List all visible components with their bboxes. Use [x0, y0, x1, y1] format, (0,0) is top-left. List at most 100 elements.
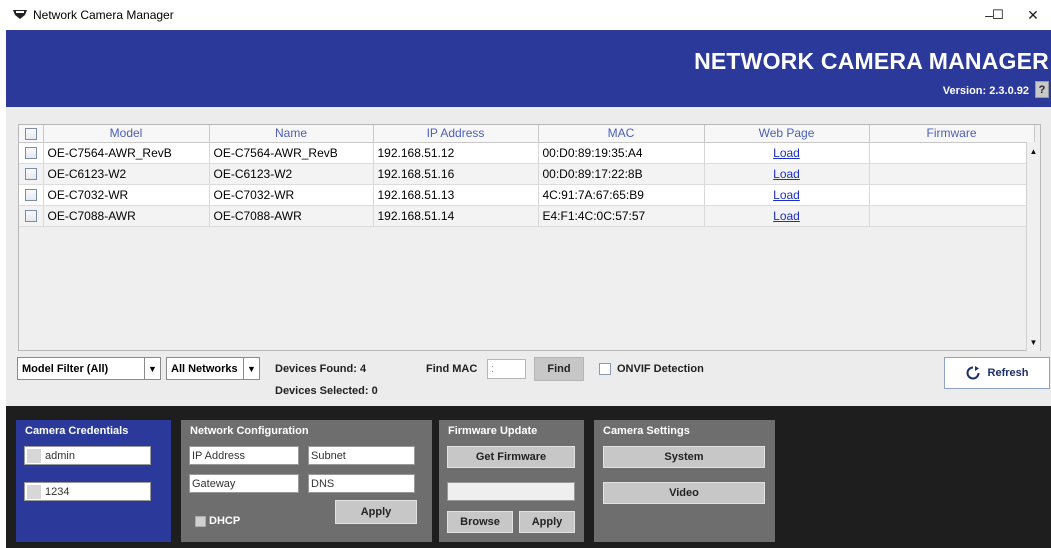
- name-cell: OE-C7564-AWR_RevB: [209, 142, 374, 164]
- dhcp-label: DHCP: [209, 515, 241, 527]
- row-select-cell[interactable]: [19, 163, 44, 185]
- ip-cell: 192.168.51.16: [373, 163, 539, 185]
- network-apply-button[interactable]: Apply: [335, 500, 417, 524]
- find-mac-label: Find MAC: [426, 363, 478, 375]
- table-scrollbar[interactable]: ▲ ▼: [1026, 142, 1040, 351]
- header-banner: NETWORK CAMERA MANAGER Version: 2.3.0.92…: [6, 30, 1051, 107]
- password-field[interactable]: 1234: [24, 482, 151, 501]
- ip-cell: 192.168.51.14: [373, 205, 539, 227]
- scroll-down-icon[interactable]: ▼: [1027, 335, 1040, 349]
- web-page-cell: Load: [704, 142, 870, 164]
- firmware-cell: [869, 205, 1035, 227]
- gateway-field[interactable]: Gateway: [189, 474, 299, 493]
- name-cell: OE-C6123-W2: [209, 163, 374, 185]
- video-button[interactable]: Video: [603, 482, 765, 504]
- camera-settings-panel: Camera Settings System Video: [594, 420, 775, 542]
- load-link[interactable]: Load: [773, 188, 800, 202]
- column-header-web-page[interactable]: Web Page: [704, 125, 870, 143]
- model-cell: OE-C7564-AWR_RevB: [43, 142, 210, 164]
- window-title: Network Camera Manager: [33, 8, 174, 22]
- camera-credentials-title: Camera Credentials: [25, 425, 129, 437]
- get-firmware-button[interactable]: Get Firmware: [447, 446, 575, 468]
- chevron-down-icon[interactable]: ▼: [144, 358, 160, 379]
- dns-field[interactable]: DNS: [308, 474, 415, 493]
- window-titlebar: Network Camera Manager – ✕: [0, 0, 1051, 30]
- row-checkbox[interactable]: [24, 147, 37, 160]
- select-all-checkbox[interactable]: [24, 128, 37, 141]
- model-filter-select[interactable]: Model Filter (All) ▼: [17, 357, 161, 380]
- chevron-down-icon[interactable]: ▼: [243, 358, 259, 379]
- row-checkbox[interactable]: [24, 210, 37, 223]
- load-link[interactable]: Load: [773, 146, 800, 160]
- column-header-ip-address[interactable]: IP Address: [373, 125, 539, 143]
- camera-app-icon: [13, 10, 27, 19]
- devices-selected-label: Devices Selected: 0: [275, 385, 378, 397]
- onvif-checkbox[interactable]: [599, 363, 611, 375]
- ip-address-field[interactable]: IP Address: [189, 446, 299, 465]
- help-button[interactable]: ?: [1035, 81, 1049, 98]
- web-page-cell: Load: [704, 163, 870, 185]
- web-page-cell: Load: [704, 205, 870, 227]
- table-row[interactable]: OE-C7032-WR OE-C7032-WR 192.168.51.13 4C…: [19, 184, 1035, 206]
- column-header-model[interactable]: Model: [43, 125, 210, 143]
- select-all-header[interactable]: [19, 125, 44, 143]
- mac-cell: 00:D0:89:17:22:8B: [538, 163, 705, 185]
- table-row[interactable]: OE-C7088-AWR OE-C7088-AWR 192.168.51.14 …: [19, 205, 1035, 227]
- mac-cell: 4C:91:7A:67:65:B9: [538, 184, 705, 206]
- model-filter-value: Model Filter (All): [22, 362, 109, 375]
- network-configuration-title: Network Configuration: [190, 425, 309, 437]
- find-button[interactable]: Find: [534, 357, 584, 381]
- table-row[interactable]: OE-C6123-W2 OE-C6123-W2 192.168.51.16 00…: [19, 163, 1035, 185]
- camera-credentials-panel: Camera Credentials admin 1234: [16, 420, 171, 542]
- firmware-cell: [869, 163, 1035, 185]
- device-table: Model Name IP Address MAC Web Page Firmw…: [18, 124, 1041, 351]
- model-cell: OE-C7088-AWR: [43, 205, 210, 227]
- version-label: Version: 2.3.0.92: [942, 85, 1029, 97]
- row-select-cell[interactable]: [19, 142, 44, 164]
- camera-settings-title: Camera Settings: [603, 425, 690, 437]
- column-header-firmware[interactable]: Firmware: [869, 125, 1035, 143]
- load-link[interactable]: Load: [773, 209, 800, 223]
- system-button[interactable]: System: [603, 446, 765, 468]
- refresh-label: Refresh: [987, 367, 1029, 379]
- mac-cell: E4:F1:4C:0C:57:57: [538, 205, 705, 227]
- ip-cell: 192.168.51.13: [373, 184, 539, 206]
- network-filter-select[interactable]: All Networks ▼: [166, 357, 260, 380]
- find-mac-input[interactable]: :: [487, 359, 526, 379]
- firmware-cell: [869, 184, 1035, 206]
- column-header-mac[interactable]: MAC: [538, 125, 705, 143]
- row-select-cell[interactable]: [19, 184, 44, 206]
- load-link[interactable]: Load: [773, 167, 800, 181]
- close-button[interactable]: ✕: [1015, 0, 1051, 30]
- table-header-row: Model Name IP Address MAC Web Page Firmw…: [19, 125, 1035, 143]
- browse-button[interactable]: Browse: [447, 511, 513, 533]
- user-icon: [27, 448, 41, 463]
- dhcp-checkbox[interactable]: [195, 516, 206, 527]
- firmware-apply-button[interactable]: Apply: [519, 511, 575, 533]
- scroll-up-icon[interactable]: ▲: [1027, 144, 1040, 158]
- password-value: 1234: [45, 485, 70, 498]
- row-select-cell[interactable]: [19, 205, 44, 227]
- refresh-button[interactable]: Refresh: [944, 357, 1050, 389]
- row-checkbox[interactable]: [24, 168, 37, 181]
- column-header-name[interactable]: Name: [209, 125, 374, 143]
- subnet-field[interactable]: Subnet: [308, 446, 415, 465]
- username-field[interactable]: admin: [24, 446, 151, 465]
- settings-area: Camera Credentials admin 1234 Network Co…: [6, 406, 1051, 548]
- web-page-cell: Load: [704, 184, 870, 206]
- firmware-cell: [869, 142, 1035, 164]
- firmware-update-title: Firmware Update: [448, 425, 538, 437]
- mac-cell: 00:D0:89:19:35:A4: [538, 142, 705, 164]
- network-filter-value: All Networks: [171, 362, 238, 375]
- maximize-icon[interactable]: ☐: [981, 0, 1015, 30]
- table-row[interactable]: OE-C7564-AWR_RevB OE-C7564-AWR_RevB 192.…: [19, 142, 1035, 164]
- row-checkbox[interactable]: [24, 189, 37, 202]
- lock-icon: [27, 484, 41, 499]
- ip-cell: 192.168.51.12: [373, 142, 539, 164]
- firmware-update-panel: Firmware Update Get Firmware Browse Appl…: [439, 420, 584, 542]
- model-cell: OE-C6123-W2: [43, 163, 210, 185]
- devices-found-label: Devices Found: 4: [275, 363, 367, 375]
- model-cell: OE-C7032-WR: [43, 184, 210, 206]
- username-value: admin: [45, 449, 75, 462]
- firmware-path-field[interactable]: [447, 482, 575, 501]
